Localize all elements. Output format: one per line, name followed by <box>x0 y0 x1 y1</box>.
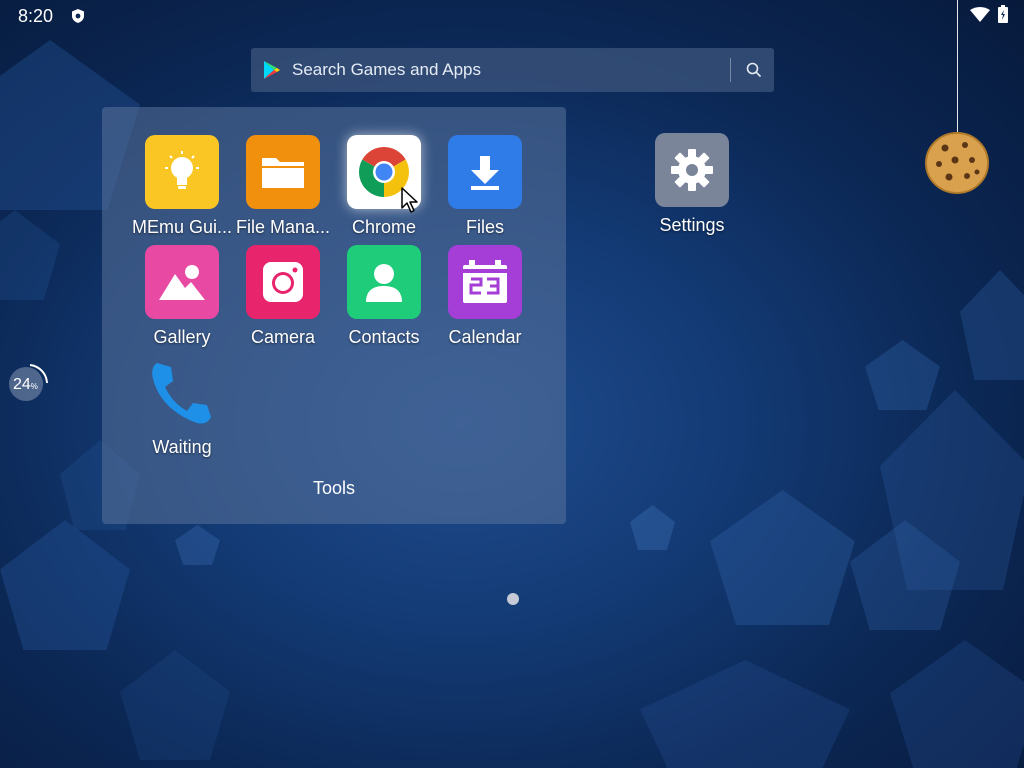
app-files[interactable]: Files <box>435 135 535 238</box>
app-calendar[interactable]: Calendar <box>435 245 535 348</box>
app-label: Camera <box>250 327 316 347</box>
cursor-icon <box>401 187 418 213</box>
calendar-icon <box>448 245 522 319</box>
download-icon <box>448 135 522 209</box>
camera-icon <box>246 245 320 319</box>
page-indicator[interactable] <box>507 593 519 605</box>
status-time: 8:20 <box>18 6 54 26</box>
app-label: Calendar <box>448 327 522 347</box>
search-input[interactable]: Search Games and Apps <box>292 60 481 80</box>
app-file-manager[interactable]: File Mana... <box>233 135 333 238</box>
status-bar: 8:20 <box>0 0 1024 32</box>
app-label: Gallery <box>153 327 211 347</box>
app-label: Waiting <box>152 437 212 457</box>
app-memu-guide[interactable]: MEmu Gui... <box>132 135 232 238</box>
app-label: MEmu Gui... <box>132 217 233 237</box>
app-waiting[interactable]: Waiting <box>132 355 232 458</box>
battery-icon <box>998 5 1008 23</box>
tools-folder: MEmu Gui... File Mana... Chrome Files Ga… <box>102 107 566 524</box>
search-icon[interactable] <box>745 61 763 79</box>
gear-icon <box>655 133 729 207</box>
app-label: Files <box>465 217 504 237</box>
person-icon <box>347 245 421 319</box>
google-play-icon <box>264 61 280 79</box>
search-bar[interactable]: Search Games and Apps <box>251 48 774 92</box>
app-camera[interactable]: Camera <box>233 245 333 348</box>
app-label: Contacts <box>348 327 420 347</box>
app-contacts[interactable]: Contacts <box>334 245 434 348</box>
image-icon <box>145 245 219 319</box>
search-divider <box>730 58 731 82</box>
app-label: File Mana... <box>235 217 331 237</box>
app-settings[interactable]: Settings <box>641 133 743 236</box>
lightbulb-icon <box>145 135 219 209</box>
shield-icon <box>72 9 84 23</box>
wifi-icon <box>970 7 990 22</box>
phone-icon <box>145 355 219 429</box>
app-label: Settings <box>659 215 725 235</box>
cookie-icon[interactable] <box>925 132 989 194</box>
app-gallery[interactable]: Gallery <box>132 245 232 348</box>
cookie-string <box>957 0 958 135</box>
folder-name[interactable]: Tools <box>102 478 566 499</box>
app-label: Chrome <box>351 217 417 237</box>
ram-usage-text: 24% <box>13 376 38 393</box>
folder-icon <box>246 135 320 209</box>
